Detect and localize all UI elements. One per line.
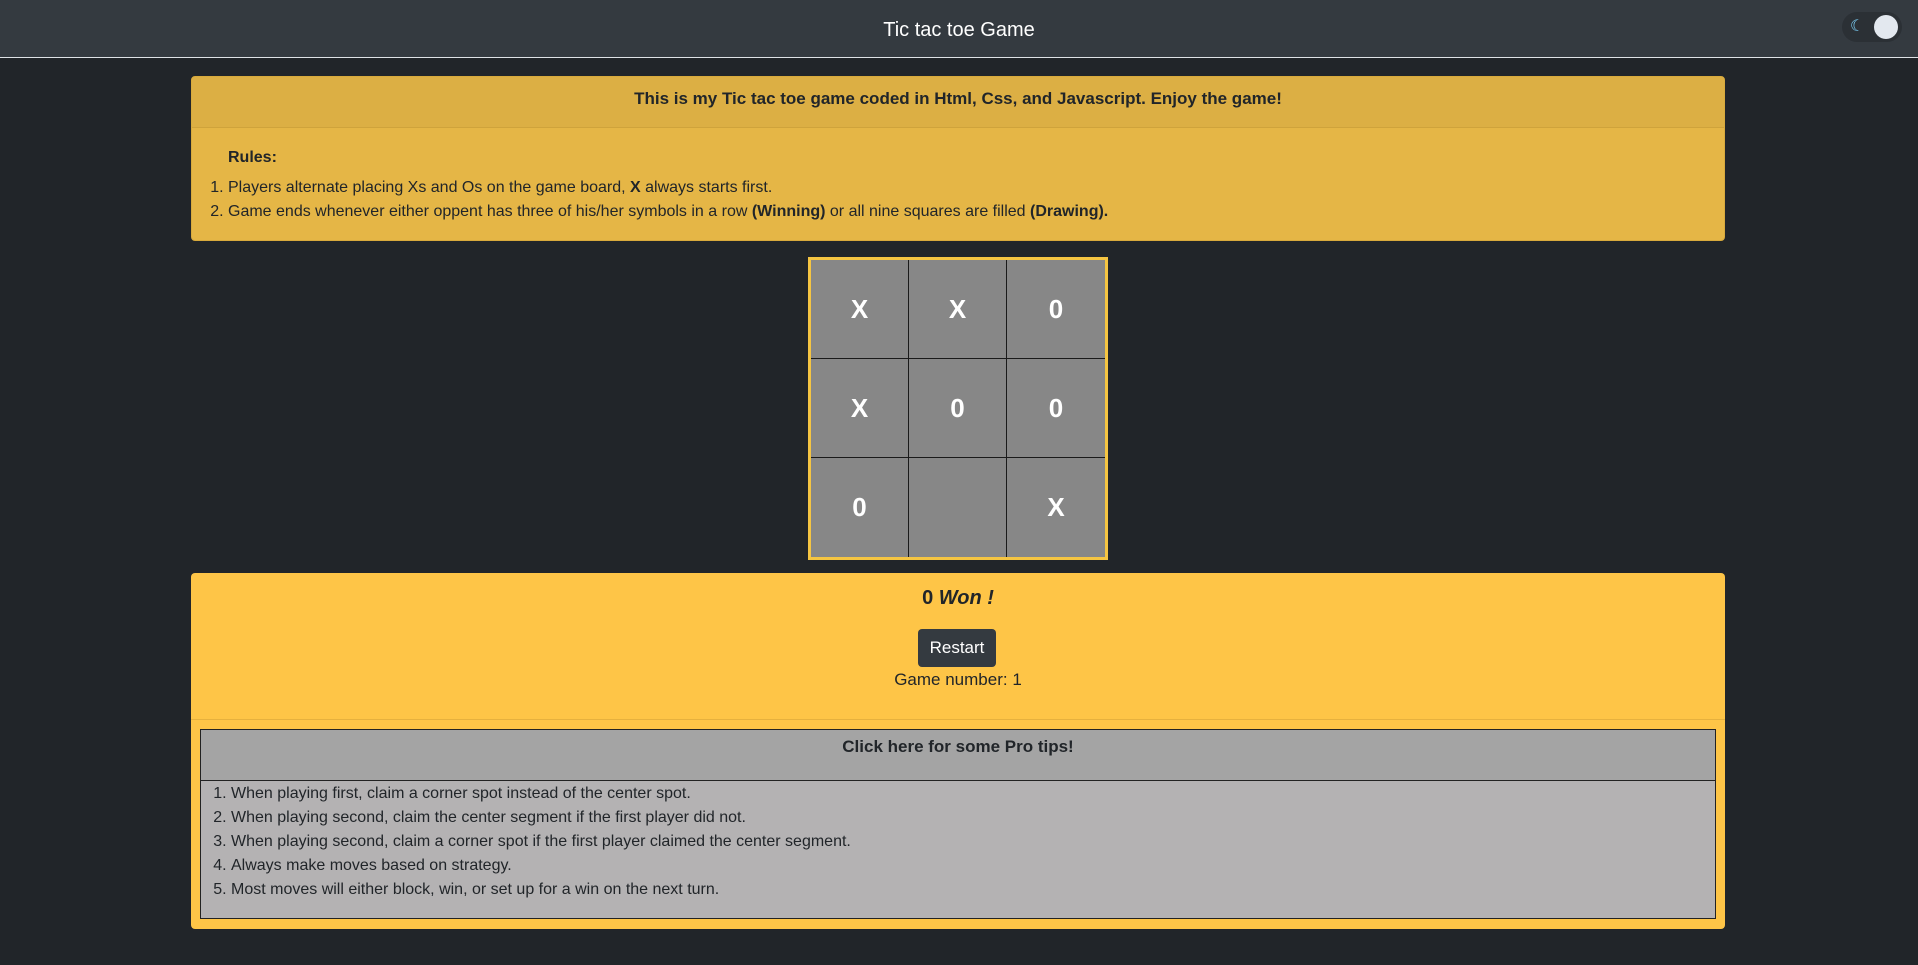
board-cell-3[interactable]: 0 bbox=[1007, 260, 1105, 359]
navbar: Tic tac toe Game ☾ bbox=[0, 0, 1918, 58]
board-cell-6[interactable]: 0 bbox=[1007, 359, 1105, 458]
intro-card: This is my Tic tac toe game coded in Htm… bbox=[191, 76, 1725, 241]
toggle-knob[interactable] bbox=[1874, 15, 1898, 39]
tip-item: When playing first, claim a corner spot … bbox=[231, 782, 1715, 806]
tip-item: Always make moves based on strategy. bbox=[231, 854, 1715, 878]
game-number: Game number: 1 bbox=[894, 670, 1022, 689]
game-board: X X 0 X 0 0 0 X bbox=[808, 257, 1108, 560]
tip-item: Most moves will either block, win, or se… bbox=[231, 878, 1715, 902]
board-cell-2[interactable]: X bbox=[909, 260, 1007, 359]
won-label: Won ! bbox=[938, 587, 994, 609]
restart-button[interactable]: Restart bbox=[918, 629, 996, 667]
board-cell-5[interactable]: 0 bbox=[909, 359, 1007, 458]
tip-item: When playing second, claim the center se… bbox=[231, 806, 1715, 830]
board-cell-9[interactable]: X bbox=[1007, 458, 1105, 557]
theme-toggle[interactable]: ☾ bbox=[1842, 12, 1902, 42]
tip-item: When playing second, claim a corner spot… bbox=[231, 830, 1715, 854]
board-cell-8[interactable] bbox=[909, 458, 1007, 557]
pro-tips-list: When playing first, claim a corner spot … bbox=[201, 781, 1715, 902]
winner-symbol: 0 bbox=[922, 587, 934, 609]
rule-item: Players alternate placing Xs and Os on t… bbox=[228, 176, 1108, 200]
moon-icon: ☾ bbox=[1850, 18, 1865, 35]
rule-item: Game ends whenever either oppent has thr… bbox=[228, 200, 1108, 224]
board-cell-1[interactable]: X bbox=[811, 260, 909, 359]
board-cell-7[interactable]: 0 bbox=[811, 458, 909, 557]
page-title: Tic tac toe Game bbox=[883, 19, 1035, 41]
divider bbox=[191, 719, 1725, 720]
pro-tips-panel: Click here for some Pro tips! When playi… bbox=[200, 729, 1716, 919]
rules-list: Players alternate placing Xs and Os on t… bbox=[192, 176, 1108, 224]
result-text: 0 Won ! bbox=[191, 587, 1725, 610]
result-card: 0 Won ! Restart Game number: 1 Click her… bbox=[191, 573, 1725, 929]
intro-header: This is my Tic tac toe game coded in Htm… bbox=[192, 77, 1724, 128]
rules-title: Rules: bbox=[228, 149, 277, 166]
board-cell-4[interactable]: X bbox=[811, 359, 909, 458]
pro-tips-toggle[interactable]: Click here for some Pro tips! bbox=[201, 730, 1715, 781]
